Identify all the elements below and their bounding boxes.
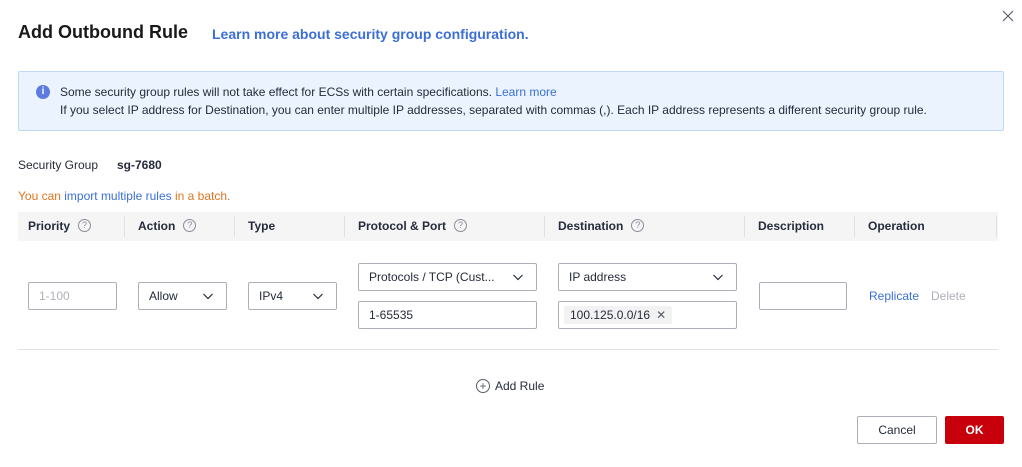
column-header-type: Type (248, 219, 276, 233)
remove-tag-icon[interactable]: ✕ (656, 308, 666, 322)
column-header-destination: Destination? (558, 212, 645, 241)
row-divider (18, 349, 998, 350)
chevron-down-icon (313, 293, 323, 300)
delete-link[interactable]: Delete (931, 289, 966, 303)
column-divider (344, 216, 345, 237)
protocol-select[interactable]: Protocols / TCP (Cust... (358, 263, 537, 291)
import-hint-prefix: You can (18, 189, 65, 203)
chevron-down-icon (713, 274, 723, 281)
cancel-button[interactable]: Cancel (857, 416, 937, 444)
add-rule-label: Add Rule (495, 379, 545, 393)
help-icon[interactable]: ? (631, 219, 645, 233)
column-divider (124, 216, 125, 237)
ip-tag: 100.125.0.0/16 ✕ (564, 306, 673, 324)
notice-line-1-text: Some security group rules will not take … (60, 85, 492, 99)
chevron-down-icon (513, 274, 523, 281)
column-label: Priority (28, 219, 71, 233)
notice-line-2: If you select IP address for Destination… (60, 103, 927, 117)
column-divider (996, 216, 997, 237)
column-label: Protocol & Port (358, 219, 447, 233)
port-input[interactable]: 1-65535 (358, 301, 537, 329)
column-header-protocol-port: Protocol & Port? (358, 212, 468, 241)
replicate-link[interactable]: Replicate (869, 289, 919, 303)
action-select[interactable]: Allow (138, 282, 227, 310)
notice-line-1: Some security group rules will not take … (60, 85, 557, 99)
learn-more-link[interactable]: Learn more about security group configur… (212, 26, 529, 42)
info-icon: i (36, 85, 50, 99)
ip-tag-label: 100.125.0.0/16 (570, 308, 651, 322)
rules-table-header: Priority? Action? Type Protocol & Port? … (18, 212, 998, 241)
description-input[interactable] (759, 282, 847, 310)
notice-learn-more-link[interactable]: Learn more (495, 85, 556, 99)
destination-type-select[interactable]: IP address (558, 263, 737, 291)
column-label: Destination (558, 219, 624, 233)
destination-ip-input[interactable]: 100.125.0.0/16 ✕ (558, 301, 737, 329)
column-header-operation: Operation (868, 219, 925, 233)
column-label: Action (138, 219, 176, 233)
column-divider (854, 216, 855, 237)
column-divider (234, 216, 235, 237)
column-header-action: Action? (138, 212, 197, 241)
import-hint-suffix: in a batch. (171, 189, 231, 203)
security-group-label: Security Group (18, 158, 99, 172)
import-rules-link[interactable]: import multiple rules (64, 189, 171, 203)
security-group-value: sg-7680 (117, 158, 162, 172)
help-icon[interactable]: ? (78, 219, 92, 233)
protocol-value: Protocols / TCP (Cust... (369, 270, 495, 284)
info-notice: i Some security group rules will not tak… (18, 71, 1004, 131)
type-value: IPv4 (259, 289, 284, 303)
column-divider (544, 216, 545, 237)
import-hint: You can import multiple rules in a batch… (18, 189, 230, 203)
type-select[interactable]: IPv4 (248, 282, 337, 310)
plus-circle-icon: + (476, 378, 490, 393)
chevron-down-icon (203, 293, 213, 300)
add-rule-button[interactable]: + Add Rule (476, 378, 545, 395)
help-icon[interactable]: ? (454, 219, 468, 233)
column-header-priority: Priority? (28, 212, 92, 241)
help-icon[interactable]: ? (183, 219, 197, 233)
priority-input[interactable]: 1-100 (28, 282, 117, 310)
column-divider (744, 216, 745, 237)
destination-type-value: IP address (569, 270, 627, 284)
close-icon[interactable] (1001, 9, 1015, 23)
action-value: Allow (149, 289, 178, 303)
ok-button[interactable]: OK (945, 416, 1004, 444)
column-header-description: Description (758, 219, 825, 233)
dialog-title: Add Outbound Rule (18, 22, 188, 42)
